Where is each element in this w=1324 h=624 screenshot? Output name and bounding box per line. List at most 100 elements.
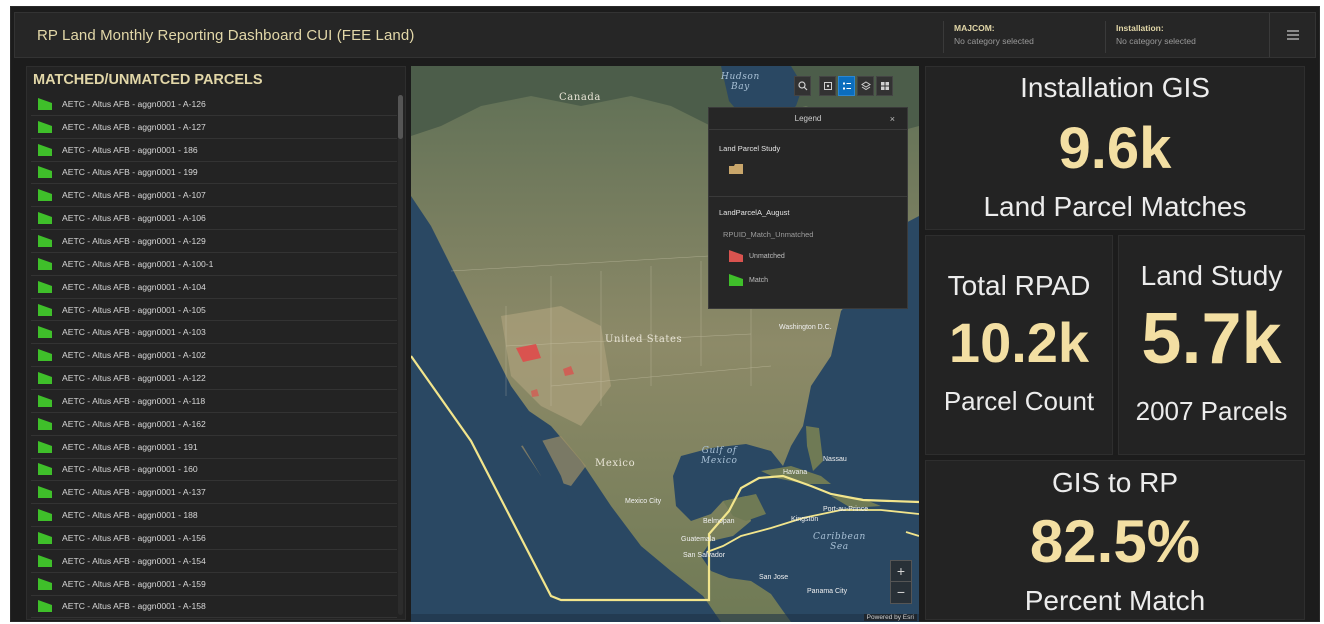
- legend-icon[interactable]: [838, 76, 855, 96]
- green-match-flag-icon: [38, 257, 52, 270]
- parcel-list-item[interactable]: AETC - Altus AFB - aggn0001 - 186: [31, 139, 397, 162]
- parcel-list-item[interactable]: AETC - Altus AFB - aggn0001 - A-137: [31, 481, 397, 505]
- close-icon[interactable]: ×: [890, 108, 895, 130]
- parcel-list-item[interactable]: AETC - Altus AFB - aggn0001 - A-127: [31, 116, 397, 139]
- map-label-san-salvador: San Salvador: [683, 552, 726, 559]
- map-label-canada: Canada: [559, 92, 601, 103]
- unmatched-swatch-icon: [729, 250, 743, 262]
- parcel-item-label: AETC - Altus AFB - aggn0001 - 186: [62, 144, 198, 155]
- parcel-list-item[interactable]: AETC - Altus AFB - aggn0001 - A-129: [31, 230, 397, 253]
- legend-match-label: Match: [749, 276, 769, 284]
- legend-unmatched-label: Unmatched: [749, 252, 785, 260]
- map-label-hudson-bay: Hudson Bay: [721, 72, 760, 92]
- parcel-item-label: AETC - Altus AFB - aggn0001 - A-106: [62, 213, 206, 224]
- zoom-extent-icon[interactable]: [819, 76, 836, 96]
- zoom-control: + −: [890, 560, 912, 604]
- parcel-list-item[interactable]: AETC - Altus AFB - aggn0001 - A-106: [31, 207, 397, 231]
- installation-gis-title: Installation GIS: [1020, 72, 1210, 103]
- green-match-flag-icon: [38, 394, 52, 407]
- installation-filter-label: Installation:: [1116, 23, 1164, 33]
- parcel-list-panel: MATCHED/UNMATCED PARCELS AETC - Altus AF…: [26, 66, 406, 620]
- land-study-card: Land Study 5.7k 2007 Parcels: [1118, 235, 1305, 455]
- parcel-list-item[interactable]: AETC - Altus AFB - aggn0001 - A-103: [31, 321, 397, 345]
- green-match-flag-icon: [38, 303, 52, 316]
- land-study-value: 5.7k: [1141, 299, 1282, 379]
- gis-to-rp-value: 82.5%: [1029, 508, 1201, 575]
- layers-icon[interactable]: [857, 76, 874, 96]
- parcel-list-item[interactable]: AETC - Altus AFB - aggn0001 - A-104: [31, 276, 397, 299]
- map-label-kingston: Kingston: [791, 516, 819, 523]
- legend-title: Legend: [794, 114, 822, 123]
- parcel-list-item[interactable]: AETC - Altus AFB - aggn0001 - A-162: [31, 413, 397, 436]
- total-rpad-value: 10.2k: [948, 311, 1090, 374]
- parcel-list-item[interactable]: AETC - Altus AFB - aggn0001 - 160: [31, 459, 397, 482]
- dashboard-header: RP Land Monthly Reporting Dashboard CUI …: [14, 12, 1316, 58]
- search-icon[interactable]: [794, 76, 811, 96]
- gis-to-rp-subtitle: Percent Match: [1024, 585, 1206, 616]
- basemap-icon[interactable]: [876, 76, 893, 96]
- total-rpad-card: Total RPAD 10.2k Parcel Count: [925, 235, 1113, 455]
- map-label-belmopan: Belmopan: [703, 518, 735, 525]
- parcel-item-label: AETC - Altus AFB - aggn0001 - A-122: [62, 373, 206, 384]
- green-match-flag-icon: [38, 97, 52, 110]
- match-swatch-icon: [729, 274, 743, 286]
- green-match-flag-icon: [38, 463, 52, 476]
- parcel-item-label: AETC - Altus AFB - aggn0001 - A-105: [62, 304, 206, 315]
- map-label-guatemala: Guatemala: [681, 536, 716, 543]
- map-view[interactable]: Canada Hudson Bay United States Gulf of …: [411, 66, 919, 622]
- parcel-list-item[interactable]: AETC - Altus AFB - aggn0001 - A-105: [31, 299, 397, 322]
- parcel-list-item[interactable]: AETC - Altus AFB - aggn0001 - A-102: [31, 344, 397, 368]
- installation-filter[interactable]: Installation: No category selected: [1105, 21, 1269, 53]
- green-match-flag-icon: [38, 554, 52, 567]
- green-match-flag-icon: [38, 440, 52, 453]
- green-match-flag-icon: [38, 143, 52, 156]
- parcel-list-item[interactable]: AETC - Altus AFB - aggn0001 - 191: [31, 436, 397, 459]
- total-rpad-subtitle: Parcel Count: [943, 386, 1095, 416]
- legend-study-swatch-row: [729, 163, 743, 175]
- green-match-flag-icon: [38, 509, 52, 522]
- zoom-in-button[interactable]: +: [891, 561, 911, 582]
- map-label-havana: Havana: [783, 469, 808, 476]
- map-toolbar: [794, 76, 893, 98]
- parcel-list-item[interactable]: AETC - Altus AFB - aggn0001 - 199: [31, 162, 397, 185]
- parcel-list-item[interactable]: AETC - Altus AFB - aggn0001 - A-156: [31, 527, 397, 550]
- zoom-out-button[interactable]: −: [891, 582, 911, 603]
- green-match-flag-icon: [38, 417, 52, 430]
- legend-unmatched-row: Unmatched: [729, 250, 785, 262]
- parcel-item-label: AETC - Altus AFB - aggn0001 - 191: [62, 441, 198, 452]
- legend-header: Legend ×: [709, 108, 907, 130]
- parcel-list-item[interactable]: AETC - Altus AFB - aggn0001 - A-122: [31, 367, 397, 390]
- parcel-list-item[interactable]: AETC - Altus AFB - aggn0001 - A-100-1: [31, 253, 397, 276]
- green-match-flag-icon: [38, 372, 52, 385]
- parcel-item-label: AETC - Altus AFB - aggn0001 - A-127: [62, 121, 206, 132]
- scrollbar-thumb[interactable]: [398, 95, 403, 139]
- dashboard-title: RP Land Monthly Reporting Dashboard CUI …: [37, 27, 415, 44]
- map-legend-panel: Legend × Land Parcel Study LandParcelA_A…: [708, 107, 908, 309]
- green-match-flag-icon: [38, 349, 52, 362]
- majcom-filter[interactable]: MAJCOM: No category selected: [943, 21, 1103, 53]
- legend-field-name: RPUID_Match_Unmatched: [723, 230, 814, 239]
- parcel-list-scrollbar[interactable]: [398, 95, 403, 615]
- green-match-flag-icon: [38, 166, 52, 179]
- map-label-mexico: Mexico: [595, 458, 636, 469]
- hamburger-menu-icon[interactable]: [1269, 13, 1315, 57]
- parcel-list-item[interactable]: AETC - Altus AFB - aggn0001 - 188: [31, 504, 397, 528]
- parcel-list-item[interactable]: AETC - Altus AFB - aggn0001 - A-118: [31, 390, 397, 413]
- map-label-san-jose: San Jose: [759, 574, 789, 581]
- parcel-list-item[interactable]: AETC - Altus AFB - aggn0001 - A-126: [31, 93, 397, 116]
- parcel-list-item[interactable]: AETC - Altus AFB - aggn0001 - A-154: [31, 550, 397, 573]
- green-match-flag-icon: [38, 326, 52, 339]
- installation-gis-card: Installation GIS 9.6k Land Parcel Matche…: [925, 66, 1305, 230]
- parcel-item-label: AETC - Altus AFB - aggn0001 - A-162: [62, 418, 206, 429]
- legend-layer-landparcel-august: LandParcelA_August: [719, 208, 790, 217]
- parcel-item-label: AETC - Altus AFB - aggn0001 - A-129: [62, 235, 206, 246]
- land-study-title: Land Study: [1140, 260, 1283, 291]
- parcel-list-item[interactable]: AETC - Altus AFB - aggn0001 - A-159: [31, 573, 397, 596]
- majcom-filter-value: No category selected: [954, 36, 1034, 46]
- parcel-list-item[interactable]: AETC - Altus AFB - aggn0001 - A-107: [31, 184, 397, 208]
- parcel-list-item[interactable]: AETC - Altus AFB - aggn0001 - A-158: [31, 596, 397, 619]
- parcel-item-label: AETC - Altus AFB - aggn0001 - A-154: [62, 555, 206, 566]
- map-label-united-states: United States: [605, 334, 683, 345]
- map-label-mexico-city: Mexico City: [625, 498, 662, 505]
- map-attribution[interactable]: Powered by Esri: [863, 614, 917, 621]
